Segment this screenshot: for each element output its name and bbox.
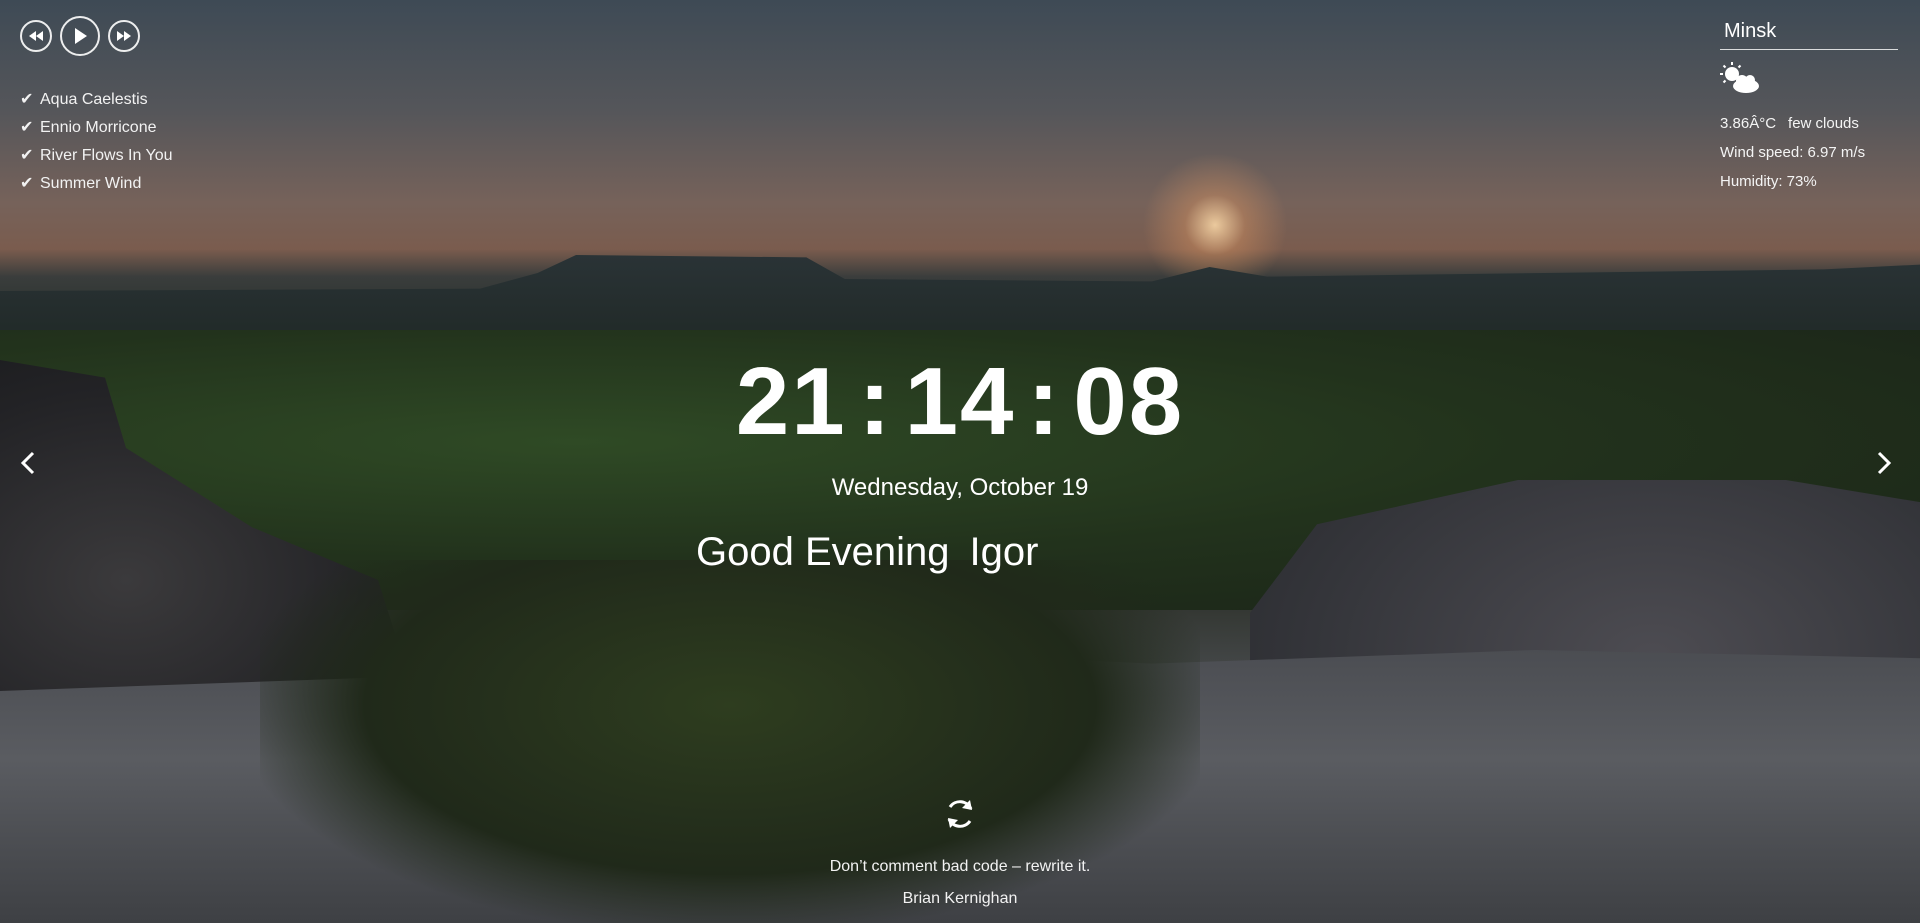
track-title: Summer Wind	[40, 175, 142, 192]
rewind-button[interactable]	[20, 20, 52, 52]
weather-summary: 3.86Â°C few clouds	[1720, 109, 1890, 138]
date: Wednesday, October 19	[831, 474, 1089, 501]
playlist-item[interactable]: ✔ River Flows In You	[20, 142, 173, 170]
cloud-sun-icon	[1720, 62, 1759, 93]
name-input[interactable]: Igor	[970, 530, 1039, 575]
check-icon: ✔	[20, 175, 34, 192]
rewind-icon	[29, 31, 43, 41]
clock-separator: :	[1027, 348, 1062, 455]
track-title: Ennio Morricone	[40, 119, 157, 136]
wind-speed: Wind speed: 6.97 m/s	[1720, 144, 1866, 161]
greeting: Good Evening Igor	[696, 530, 1038, 575]
play-button[interactable]	[60, 16, 100, 56]
playlist-item[interactable]: ✔ Summer Wind	[20, 170, 173, 198]
background-scene: ✔ Aqua Caelestis ✔ Ennio Morricone ✔ Riv…	[0, 0, 1920, 923]
temperature: 3.86Â°C	[1720, 115, 1777, 132]
weather-description: few clouds	[1788, 115, 1859, 132]
quote-author: Brian Kernighan	[902, 890, 1018, 907]
fast-forward-icon	[117, 31, 131, 41]
track-title: River Flows In You	[40, 147, 173, 164]
quote-text: Don’t comment bad code – rewrite it.	[829, 858, 1091, 875]
fast-forward-button[interactable]	[108, 20, 140, 52]
weather-widget: Minsk 3.86Â°C few clouds Wind speed: 6.9…	[1720, 18, 1898, 196]
greeting-text: Good Evening	[696, 530, 950, 574]
check-icon: ✔	[20, 147, 34, 164]
clock-hours: 21	[735, 348, 847, 455]
play-icon	[75, 28, 87, 44]
playlist-item[interactable]: ✔ Ennio Morricone	[20, 114, 173, 142]
playlist-item[interactable]: ✔ Aqua Caelestis	[20, 86, 173, 114]
clock-seconds: 08	[1073, 348, 1185, 455]
playlist: ✔ Aqua Caelestis ✔ Ennio Morricone ✔ Riv…	[20, 86, 173, 198]
humidity: Humidity: 73%	[1720, 173, 1817, 190]
audio-player	[20, 16, 140, 56]
clock-minutes: 14	[904, 348, 1016, 455]
check-icon: ✔	[20, 119, 34, 136]
refresh-icon[interactable]	[942, 796, 978, 832]
check-icon: ✔	[20, 91, 34, 108]
clock-separator: :	[858, 348, 893, 455]
track-title: Aqua Caelestis	[40, 91, 148, 108]
city-input[interactable]: Minsk	[1720, 18, 1898, 50]
clock: 21:14:08	[0, 352, 1920, 452]
